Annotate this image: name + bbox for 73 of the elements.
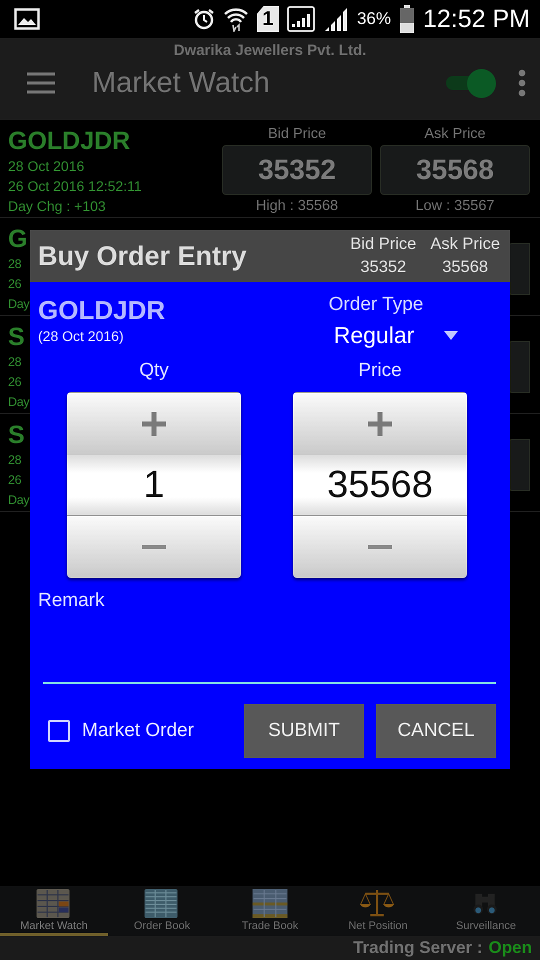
menu-icon[interactable] bbox=[26, 72, 56, 94]
expiry-date: 28 bbox=[8, 452, 22, 469]
sim-icon: 1 bbox=[256, 6, 279, 32]
nav-tab[interactable]: Order Book bbox=[108, 886, 216, 936]
nav-tab[interactable]: Net Position bbox=[324, 886, 432, 936]
update-time: 26 bbox=[8, 276, 22, 293]
bid-price-box[interactable]: 35352 bbox=[222, 145, 372, 195]
gallery-icon bbox=[14, 8, 40, 30]
nav-tab[interactable]: Trade Book bbox=[216, 886, 324, 936]
decrease-button[interactable] bbox=[293, 515, 467, 578]
dropdown-icon bbox=[444, 330, 458, 340]
expiry-date: 28 bbox=[8, 256, 22, 273]
order-type-dropdown[interactable]: Regular bbox=[334, 318, 458, 352]
price-label: Price bbox=[358, 359, 402, 383]
more-options-icon[interactable] bbox=[518, 69, 526, 97]
update-time: 26 bbox=[8, 472, 22, 489]
signal-icon bbox=[286, 6, 315, 32]
high-price: High : 35568 bbox=[256, 197, 338, 216]
minus-icon bbox=[366, 544, 394, 550]
price-box[interactable] bbox=[508, 439, 530, 491]
update-time: 26 Oct 2016 12:52:11 bbox=[8, 177, 142, 196]
plus-icon bbox=[366, 410, 394, 438]
ask-price: 35568 bbox=[442, 257, 488, 278]
ask-price-label: Ask Price bbox=[430, 234, 500, 255]
bid-price-label: Bid Price bbox=[350, 234, 416, 255]
remark-label: Remark bbox=[38, 590, 106, 612]
symbol-name[interactable]: G bbox=[8, 224, 28, 254]
expiry-date: 28 Oct 2016 bbox=[8, 157, 84, 176]
clock-time: 12:52 PM bbox=[422, 4, 530, 34]
low-price: Low : 35567 bbox=[415, 197, 494, 216]
battery-icon bbox=[398, 5, 415, 33]
nav-tab[interactable]: Surveillance bbox=[432, 886, 540, 936]
day-change: Day bbox=[8, 492, 30, 509]
minus-icon bbox=[140, 544, 168, 550]
alarm-icon bbox=[192, 8, 215, 30]
server-status: Open bbox=[488, 938, 532, 958]
increase-button[interactable] bbox=[67, 392, 241, 455]
day-change: Day bbox=[8, 394, 30, 411]
ask-price-label: Ask Price bbox=[424, 125, 486, 144]
order-type-label: Order Type bbox=[328, 293, 424, 317]
plus-icon bbox=[140, 410, 168, 438]
symbol-name: GOLDJDR bbox=[38, 294, 166, 327]
server-label: Trading Server : bbox=[353, 938, 483, 958]
signal-icon bbox=[322, 6, 349, 32]
dialog-title: Buy Order Entry bbox=[38, 240, 248, 272]
expiry-date: 28 bbox=[8, 354, 22, 371]
price-box[interactable] bbox=[508, 341, 530, 393]
screen-title: Market Watch bbox=[92, 66, 271, 100]
bid-price-label: Bid Price bbox=[268, 125, 326, 144]
expiry-date: (28 Oct 2016) bbox=[38, 328, 125, 344]
market-order-checkbox[interactable]: Market Order bbox=[48, 720, 232, 742]
battery-level: 36% bbox=[356, 9, 391, 29]
wifi-icon bbox=[222, 6, 249, 32]
increase-button[interactable] bbox=[293, 392, 467, 455]
day-change: Day Chg : +103 bbox=[8, 197, 106, 216]
bid-price: 35352 bbox=[360, 257, 406, 278]
qty-label: Qty bbox=[139, 359, 169, 383]
day-change: Day bbox=[8, 296, 30, 313]
scales-icon bbox=[359, 888, 397, 919]
decrease-button[interactable] bbox=[67, 515, 241, 578]
company-name: Dwarika Jewellers Pvt. Ltd. bbox=[172, 41, 368, 59]
symbol-name[interactable]: S bbox=[8, 322, 24, 352]
symbol-name[interactable]: S bbox=[8, 420, 24, 450]
price-box[interactable] bbox=[508, 243, 530, 295]
price-value[interactable]: 35568 bbox=[293, 455, 467, 515]
update-time: 26 bbox=[8, 374, 22, 391]
symbol-name[interactable]: GOLDJDR bbox=[8, 126, 130, 156]
cancel-button[interactable]: CANCEL bbox=[376, 704, 496, 758]
ask-price-box[interactable]: 35568 bbox=[380, 145, 530, 195]
submit-button[interactable]: SUBMIT bbox=[244, 704, 364, 758]
table-icon bbox=[251, 888, 289, 919]
toggle-switch[interactable] bbox=[446, 69, 496, 97]
qty-value[interactable]: 1 bbox=[67, 455, 241, 515]
